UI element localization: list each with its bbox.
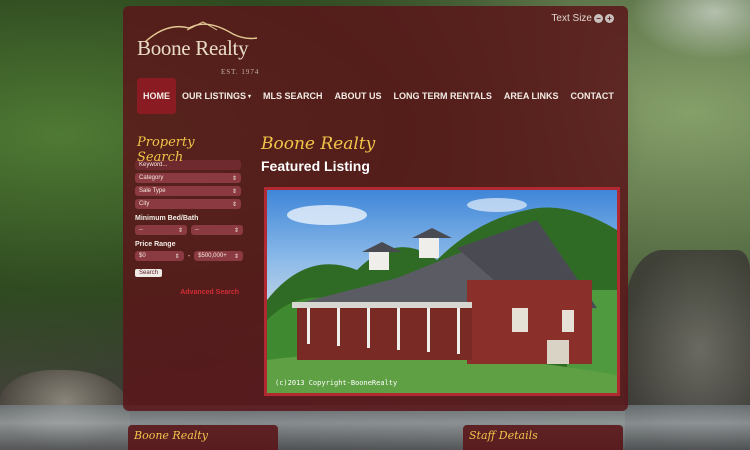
footer-spacer — [286, 425, 455, 450]
bed-bath-row: -- ⇕ -- ⇕ — [135, 225, 243, 235]
price-separator: - — [187, 252, 191, 260]
footer-cards: Boone Realty Staff Details — [123, 425, 628, 450]
price-max-value: $500,000+ — [198, 253, 227, 259]
property-search-panel: Property Search Keyword... Category ⇕ Sa… — [135, 131, 243, 301]
nav-area-links[interactable]: AREA LINKS — [498, 78, 565, 114]
footer-card-staff-details: Staff Details — [463, 425, 623, 450]
price-min-select[interactable]: $0 ⇕ — [135, 251, 184, 261]
select-arrows-icon: ⇕ — [233, 227, 239, 234]
text-size-control: Text Size − + — [551, 13, 614, 24]
logo-wordmark: Boone Realty — [137, 36, 249, 60]
text-size-decrease-button[interactable]: − — [594, 14, 603, 23]
featured-listing-heading: Featured Listing — [261, 158, 370, 174]
site-wrapper: Boone Realty EST. 1974 Text Size − + HOM… — [123, 6, 628, 411]
main-content: Boone Realty Featured Listing — [261, 134, 626, 174]
nav-contact[interactable]: CONTACT — [565, 78, 620, 114]
advanced-search-link[interactable]: Advanced Search — [180, 289, 239, 296]
price-range-row: $0 ⇕ - $500,000+ ⇕ — [135, 251, 243, 261]
nav-mls-search-label: MLS SEARCH — [263, 91, 323, 101]
nav-mls-search[interactable]: MLS SEARCH — [257, 78, 329, 114]
price-max-select[interactable]: $500,000+ ⇕ — [194, 251, 243, 261]
select-arrows-icon: ⇕ — [231, 175, 237, 182]
footer-card-boone-realty-title: Boone Realty — [134, 429, 208, 442]
nav-home-label: HOME — [143, 91, 170, 101]
logo-est: EST. 1974 — [221, 68, 260, 76]
nav-about-us-label: ABOUT US — [334, 91, 382, 101]
footer-card-boone-realty: Boone Realty — [128, 425, 278, 450]
text-size-increase-button[interactable]: + — [605, 14, 614, 23]
select-arrows-icon: ⇕ — [231, 201, 237, 208]
sale-type-select[interactable]: Sale Type ⇕ — [135, 186, 241, 196]
bath-select[interactable]: -- ⇕ — [191, 225, 243, 235]
nav-our-listings-label: OUR LISTINGS — [182, 91, 247, 101]
nav-contact-label: CONTACT — [570, 91, 614, 101]
price-range-label: Price Range — [135, 241, 176, 248]
city-select[interactable]: City ⇕ — [135, 199, 241, 209]
keyword-placeholder: Keyword... — [139, 162, 168, 168]
text-size-label: Text Size — [551, 13, 592, 24]
nav-about-us[interactable]: ABOUT US — [329, 78, 388, 114]
search-button[interactable]: Search — [135, 269, 163, 277]
category-select-value: Category — [139, 175, 164, 181]
house-image — [267, 198, 617, 393]
bed-bath-label: Minimum Bed/Bath — [135, 215, 199, 222]
nav-home[interactable]: HOME — [137, 78, 176, 114]
nav-long-term-rentals[interactable]: LONG TERM RENTALS — [388, 78, 498, 114]
site-logo[interactable]: Boone Realty EST. 1974 — [137, 16, 277, 78]
bed-select[interactable]: -- ⇕ — [135, 225, 187, 235]
keyword-input[interactable]: Keyword... — [135, 160, 241, 170]
chevron-down-icon: ▾ — [248, 93, 252, 100]
main-nav: HOME OUR LISTINGS ▾ MLS SEARCH ABOUT US … — [137, 78, 620, 114]
select-arrows-icon: ⇕ — [177, 227, 183, 234]
photo-copyright: (c)2013 Copyright-BooneRealty — [275, 379, 398, 387]
city-select-value: City — [139, 201, 150, 207]
category-select[interactable]: Category ⇕ — [135, 173, 241, 183]
select-arrows-icon: ⇕ — [233, 253, 239, 260]
price-min-value: $0 — [139, 253, 146, 259]
footer-card-staff-details-title: Staff Details — [469, 429, 538, 442]
main-brand-title: Boone Realty — [261, 134, 376, 154]
bed-select-value: -- — [139, 227, 143, 233]
bath-select-value: -- — [195, 227, 199, 233]
nav-our-listings[interactable]: OUR LISTINGS ▾ — [176, 78, 257, 114]
select-arrows-icon: ⇕ — [174, 253, 180, 260]
select-arrows-icon: ⇕ — [231, 188, 237, 195]
nav-long-term-rentals-label: LONG TERM RENTALS — [393, 91, 492, 101]
background-sky — [630, 0, 750, 60]
featured-listing-photo[interactable]: (c)2013 Copyright-BooneRealty — [264, 187, 620, 396]
property-search-title: Property Search — [137, 135, 195, 165]
sale-type-select-value: Sale Type — [139, 188, 166, 194]
nav-area-links-label: AREA LINKS — [503, 91, 559, 101]
